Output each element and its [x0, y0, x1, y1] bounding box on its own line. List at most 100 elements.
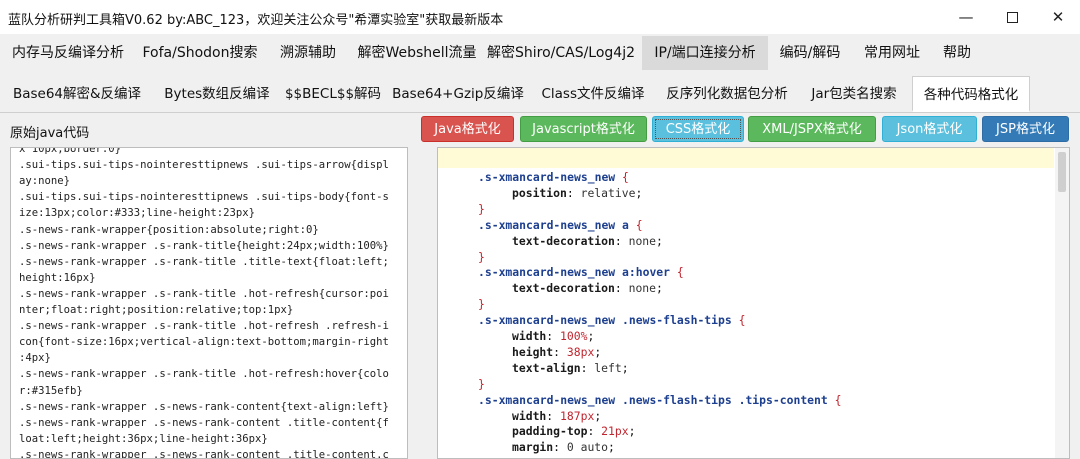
- output-scrollbar[interactable]: [1055, 148, 1069, 458]
- css-value: 21px: [594, 424, 629, 439]
- css-colon: :: [553, 440, 561, 455]
- source-code-label: 原始java代码: [10, 126, 90, 141]
- source-line: .s-news-rank-wrapper .s-rank-title .titl…: [19, 255, 389, 268]
- menu-item-help[interactable]: 帮助: [934, 36, 980, 70]
- css-property: height: [512, 344, 554, 359]
- tab-bytes-decompile[interactable]: Bytes数组反编译: [156, 76, 278, 112]
- source-line: .sui-tips.sui-tips-nointeresttipnews .su…: [19, 191, 389, 204]
- javascript-format-button[interactable]: Javascript格式化: [520, 116, 647, 142]
- output-line: padding-top: 21px;: [512, 424, 635, 438]
- source-line: nter;float:right;position:relative;top:1…: [19, 304, 294, 316]
- source-line: .s-news-rank-wrapper .s-news-rank-conten…: [19, 400, 389, 413]
- css-close-brace: }: [478, 376, 485, 391]
- output-line: height: 38px;: [512, 345, 601, 359]
- menu-item-encode[interactable]: 编码/解码: [772, 36, 848, 70]
- css-semicolon: ;: [621, 360, 629, 375]
- css-semicolon: ;: [594, 344, 602, 359]
- tab-code-format[interactable]: 各种代码格式化: [912, 76, 1030, 112]
- tab-base64-gzip[interactable]: Base64+Gzip反编译: [390, 76, 526, 112]
- css-property: text-align: [512, 360, 581, 375]
- tab-base64-decompile[interactable]: Base64解密&反编译: [6, 76, 148, 112]
- output-line: position: relative;: [512, 186, 642, 200]
- css-semicolon: ;: [656, 233, 663, 248]
- source-line: height:16px}: [19, 271, 96, 284]
- css-semicolon: ;: [608, 440, 615, 455]
- source-line: loat:left;height:36px;line-height:36px}: [19, 432, 268, 445]
- css-close-brace: }: [478, 201, 485, 216]
- output-line: text-align: left;: [512, 361, 629, 375]
- menu-item-memshell[interactable]: 内存马反编译分析: [4, 36, 132, 70]
- output-line: width: 187px;: [512, 409, 601, 423]
- css-close-brace: }: [478, 297, 485, 312]
- jsp-format-button[interactable]: JSP格式化: [982, 116, 1069, 142]
- source-line: .s-news-rank-wrapper .s-news-rank-conten…: [19, 416, 389, 429]
- source-code-textarea[interactable]: x 10px;border:0} .sui-tips.sui-tips-noint…: [10, 147, 408, 459]
- source-line: .sui-tips.sui-tips-nointeresttipnews .su…: [19, 159, 389, 172]
- css-selector: .s-xmancard-news_new .news-flash-tips: [478, 313, 739, 328]
- css-semicolon: ;: [635, 185, 643, 200]
- css-selector: .s-xmancard-news_new .news-flash-tips .t…: [478, 392, 835, 407]
- source-line: .s-news-rank-wrapper .s-rank-title .hot-…: [19, 368, 389, 381]
- java-format-button[interactable]: Java格式化: [421, 116, 514, 142]
- tab-becl-decode[interactable]: $$BECL$$解码: [284, 76, 382, 112]
- tab-jar-search[interactable]: Jar包类名搜索: [802, 76, 906, 112]
- menu-item-trace[interactable]: 溯源辅助: [268, 36, 348, 70]
- title-bar: 蓝队分析研判工具箱V0.62 by:ABC_123，欢迎关注公众号"希潭实验室"…: [0, 0, 1080, 34]
- css-property: position: [512, 185, 567, 200]
- css-value: 38px: [560, 344, 595, 359]
- tab-deserialize[interactable]: 反序列化数据包分析: [658, 76, 796, 112]
- output-line: .s-xmancard-news_new a:hover {: [478, 265, 684, 279]
- menu-item-webshell[interactable]: 解密Webshell流量: [352, 36, 482, 70]
- source-line: r:#315efb}: [19, 384, 83, 397]
- json-format-button[interactable]: Json格式化: [882, 116, 977, 142]
- maximize-button[interactable]: [990, 0, 1034, 34]
- css-property: padding-top: [512, 424, 588, 439]
- css-close-brace: }: [478, 249, 485, 264]
- close-button[interactable]: ✕: [1036, 0, 1080, 34]
- window-title: 蓝队分析研判工具箱V0.62 by:ABC_123，欢迎关注公众号"希潭实验室"…: [8, 13, 504, 28]
- menu-bar: 内存马反编译分析 Fofa/Shodon搜索 溯源辅助 解密Webshell流量…: [0, 36, 1080, 70]
- css-open-brace: {: [834, 392, 842, 407]
- css-format-button[interactable]: CSS格式化: [652, 116, 744, 142]
- source-line: .s-news-rank-wrapper .s-rank-title .hot-…: [19, 320, 389, 333]
- css-property: text-decoration: [512, 281, 615, 296]
- css-colon: :: [614, 233, 622, 248]
- source-line: .s-news-rank-wrapper .s-rank-title{heigh…: [19, 239, 389, 252]
- xml-jspx-format-button[interactable]: XML/JSPX格式化: [748, 116, 876, 142]
- css-property: margin: [512, 440, 554, 455]
- menu-item-fofa[interactable]: Fofa/Shodon搜索: [137, 36, 263, 70]
- source-line: .s-news-rank-wrapper{position:absolute;r…: [19, 223, 319, 236]
- css-property: width: [512, 329, 547, 343]
- menu-item-urls[interactable]: 常用网址: [854, 36, 930, 70]
- css-value: left: [587, 360, 622, 375]
- source-line: x 10px;border:0}: [19, 147, 122, 155]
- current-line-highlight: [438, 148, 1054, 168]
- menu-item-ip-port[interactable]: IP/端口连接分析: [642, 36, 768, 70]
- css-semicolon: ;: [656, 281, 663, 296]
- css-colon: :: [566, 185, 574, 200]
- css-colon: :: [614, 281, 622, 296]
- output-line: text-decoration: none;: [512, 281, 663, 295]
- menu-item-shiro[interactable]: 解密Shiro/CAS/Log4j2: [486, 36, 636, 70]
- css-selector: .s-xmancard-news_new: [478, 170, 623, 184]
- panel-divider[interactable]: [412, 147, 434, 459]
- output-line: .s-xmancard-news_new {: [478, 170, 629, 184]
- css-value: relative: [573, 185, 636, 200]
- scrollbar-thumb[interactable]: [1058, 152, 1066, 192]
- css-value: 187px: [553, 408, 595, 423]
- source-line: .s-news-rank-wrapper .s-news-rank-conten…: [19, 448, 389, 459]
- output-line: width: 100%;: [512, 329, 594, 343]
- css-open-brace: {: [738, 313, 746, 328]
- css-value: none: [621, 233, 657, 248]
- css-open-brace: {: [635, 217, 643, 232]
- output-line: .s-xmancard-news_new .news-flash-tips .t…: [478, 393, 841, 407]
- css-open-brace: {: [622, 170, 629, 184]
- css-property: width: [512, 408, 547, 423]
- formatted-output-editor[interactable]: .s-xmancard-news_new {position: relative…: [437, 147, 1070, 459]
- minimize-button[interactable]: —: [944, 0, 988, 34]
- source-line: con{font-size:16px;vertical-align:text-b…: [19, 336, 389, 349]
- source-line: :4px}: [19, 352, 51, 365]
- output-line: margin: 0 auto;: [512, 440, 615, 454]
- tab-class-decompile[interactable]: Class文件反编译: [534, 76, 652, 112]
- css-value: 0 auto: [560, 440, 609, 455]
